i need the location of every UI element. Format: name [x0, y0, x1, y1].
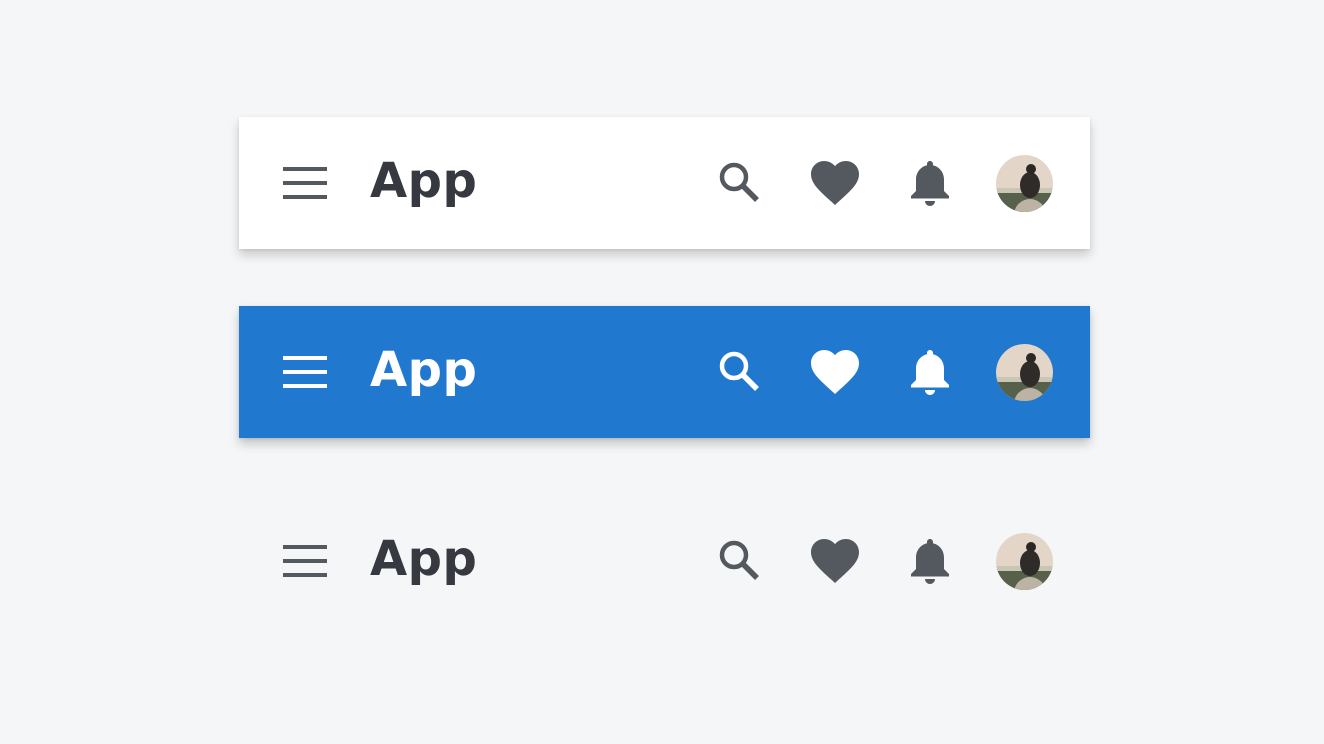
heart-icon	[811, 161, 859, 205]
menu-icon	[283, 545, 327, 577]
search-icon	[719, 351, 759, 391]
avatar[interactable]	[996, 533, 1053, 590]
search-icon	[719, 162, 759, 202]
avatar-image	[996, 533, 1053, 590]
avatar[interactable]	[996, 344, 1053, 401]
menu-button[interactable]	[283, 166, 327, 200]
app-title: App	[370, 531, 478, 587]
avatar-image	[996, 344, 1053, 401]
search-button[interactable]	[715, 536, 765, 586]
favorites-button[interactable]	[810, 158, 860, 208]
notifications-button[interactable]	[905, 347, 955, 397]
menu-button[interactable]	[283, 355, 327, 389]
notifications-button[interactable]	[905, 158, 955, 208]
bell-icon	[911, 350, 949, 395]
app-title: App	[370, 342, 478, 398]
menu-icon	[283, 167, 327, 199]
menu-button[interactable]	[283, 544, 327, 578]
app-bar-blue: App	[239, 306, 1090, 438]
notifications-button[interactable]	[905, 536, 955, 586]
app-bar-transparent: App	[239, 495, 1090, 627]
bell-icon	[911, 539, 949, 584]
menu-icon	[283, 356, 327, 388]
bell-icon	[911, 161, 949, 206]
avatar[interactable]	[996, 155, 1053, 212]
heart-icon	[811, 539, 859, 583]
heart-icon	[811, 350, 859, 394]
avatar-image	[996, 155, 1053, 212]
app-title: App	[370, 153, 478, 209]
favorites-button[interactable]	[810, 536, 860, 586]
search-button[interactable]	[715, 158, 765, 208]
favorites-button[interactable]	[810, 347, 860, 397]
search-button[interactable]	[715, 347, 765, 397]
app-bar-white: App	[239, 117, 1090, 249]
search-icon	[719, 540, 759, 580]
